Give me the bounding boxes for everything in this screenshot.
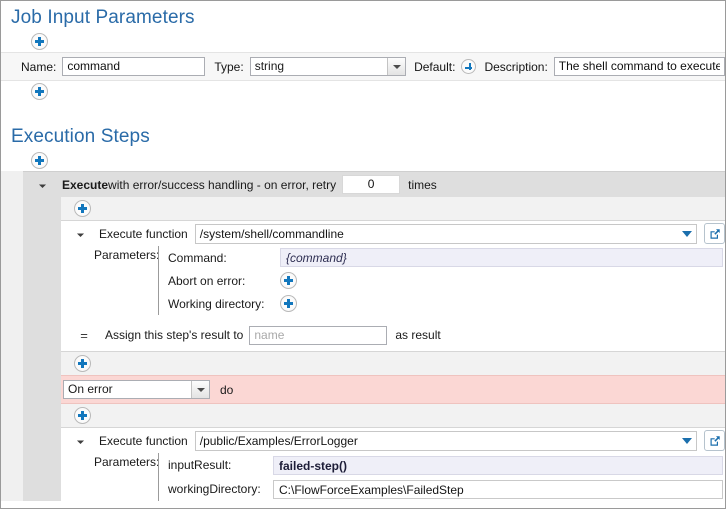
param-label: inputResult: [168, 458, 273, 472]
param-label: workingDirectory: [168, 482, 273, 496]
step-execute-errorlogger: Execute function /public/Examples/ErrorL… [61, 428, 725, 501]
step1-execute-function-label: Execute function [99, 227, 188, 241]
assign-result-name-input[interactable] [249, 326, 387, 345]
chevron-down-icon[interactable] [682, 438, 692, 444]
add-substep-button-2[interactable] [74, 355, 91, 372]
on-error-selected-value: On error [64, 381, 191, 398]
execute-handling-body: Execute function /system/shell/commandli… [23, 197, 725, 501]
add-parameter-row-top [1, 31, 725, 52]
add-parameter-button-bottom[interactable] [31, 83, 48, 100]
param-value-working-directory[interactable]: C:\FlowForceExamples\FailedStep [273, 480, 723, 499]
add-substep-button-3[interactable] [74, 407, 91, 424]
parameter-description-input[interactable] [554, 57, 725, 76]
parameter-type-label: Type: [214, 60, 243, 74]
step2-function-row: Execute function /public/Examples/ErrorL… [61, 428, 725, 453]
add-abort-on-error-value-button[interactable] [280, 272, 297, 289]
parameter-type-select[interactable]: string [250, 57, 406, 76]
step2-param-working-directory: workingDirectory: C:\FlowForceExamples\F… [168, 477, 725, 501]
step2-parameters: Parameters: inputResult: failed-step() w… [61, 453, 725, 501]
add-default-value-button[interactable] [461, 59, 476, 74]
open-external-icon[interactable] [704, 223, 725, 244]
assign-equals-icon: = [78, 328, 90, 343]
execute-keyword: Execute [62, 178, 108, 192]
param-label: Command: [168, 251, 280, 265]
collapse-triangle-icon[interactable] [39, 181, 46, 188]
step1-function-path-select[interactable]: /system/shell/commandline [195, 224, 697, 244]
step1-param-command: Command: {command} [168, 246, 725, 269]
outer-indent-band [1, 171, 23, 501]
parameter-name-input[interactable] [62, 57, 205, 76]
retry-count-input[interactable] [342, 175, 400, 194]
execution-steps-heading: Execution Steps [1, 120, 725, 150]
parameter-type-value: string [251, 58, 387, 75]
chevron-down-icon[interactable] [682, 231, 692, 237]
open-external-icon[interactable] [704, 430, 725, 451]
execute-handling-header: Execute with error/success handling - on… [23, 171, 725, 197]
execute-handling-text: with error/success handling - on error, … [108, 178, 336, 192]
step1-param-working-directory: Working directory: [168, 292, 725, 315]
param-value-command[interactable]: {command} [280, 248, 723, 267]
step2-function-path-select[interactable]: /public/Examples/ErrorLogger [195, 431, 697, 451]
execute-indent-band [23, 197, 61, 501]
step1-param-abort-on-error: Abort on error: [168, 269, 725, 292]
add-parameter-row-bottom [1, 81, 725, 102]
chevron-down-icon[interactable] [387, 58, 405, 75]
parameters-divider [158, 453, 159, 501]
add-substep-row-3 [61, 404, 725, 427]
job-input-parameters-heading: Job Input Parameters [1, 1, 725, 31]
collapse-triangle-icon[interactable] [77, 230, 84, 237]
chevron-down-icon[interactable] [191, 381, 209, 398]
add-parameter-button-top[interactable] [31, 33, 48, 50]
step2-function-path: /public/Examples/ErrorLogger [196, 434, 362, 448]
execute-handling-block: Execute with error/success handling - on… [1, 171, 725, 501]
job-parameter-row: Name: Type: string Default: Description: [1, 52, 725, 81]
add-substep-row-1 [61, 197, 725, 220]
step2-param-input-result: inputResult: failed-step() [168, 453, 725, 477]
param-value-input-result[interactable]: failed-step() [273, 456, 723, 475]
step1-function-path: /system/shell/commandline [196, 227, 348, 241]
parameters-divider [158, 246, 159, 315]
param-label: Abort on error: [168, 274, 280, 288]
assign-result-prefix: Assign this step's result to [105, 328, 243, 342]
step1-parameters: Parameters: Command: {command} Abort on … [61, 246, 725, 315]
add-working-directory-value-button[interactable] [280, 295, 297, 312]
collapse-triangle-icon[interactable] [77, 437, 84, 444]
on-error-row: On error do [61, 375, 725, 404]
on-error-do-label: do [220, 383, 233, 397]
parameter-default-label: Default: [414, 60, 455, 74]
add-step-button-top[interactable] [31, 152, 48, 169]
retry-times-label: times [408, 178, 437, 192]
on-error-select[interactable]: On error [63, 380, 210, 399]
step2-parameters-label: Parameters: [94, 455, 159, 469]
add-step-row-top [1, 150, 725, 171]
step-execute-commandline: Execute function /system/shell/commandli… [61, 221, 725, 351]
add-substep-button-1[interactable] [74, 200, 91, 217]
step1-assign-result-row: = Assign this step's result to as result [61, 323, 725, 347]
parameter-name-label: Name: [21, 60, 56, 74]
job-configuration-page: Job Input Parameters Name: Type: string … [0, 0, 726, 509]
step1-function-row: Execute function /system/shell/commandli… [61, 221, 725, 246]
parameter-description-label: Description: [484, 60, 547, 74]
param-label: Working directory: [168, 297, 280, 311]
step2-execute-function-label: Execute function [99, 434, 188, 448]
add-substep-row-2 [61, 352, 725, 375]
assign-result-suffix: as result [395, 328, 440, 342]
step1-parameters-label: Parameters: [94, 248, 159, 262]
